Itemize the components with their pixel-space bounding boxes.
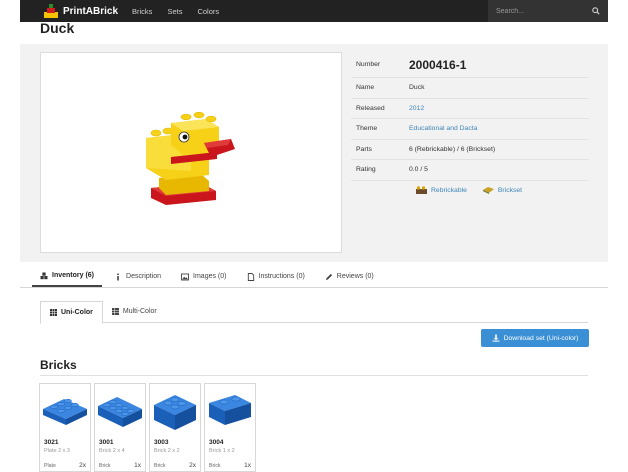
search-input[interactable] (496, 7, 592, 15)
property-row-released: Released 2012 (351, 99, 589, 119)
property-label: Released (356, 104, 385, 112)
plate-2x3-image (43, 398, 87, 425)
brick-number: 3021 (44, 439, 59, 446)
tab-label: Instructions (0) (258, 273, 305, 280)
property-label: Parts (356, 145, 372, 153)
brick-1x2-image (209, 395, 251, 425)
rebrickable-link-label: Rebrickable (431, 186, 467, 194)
color-mode-tabs: Uni-Color Multi-Color (40, 301, 588, 324)
brick-quantity: 1x (244, 462, 251, 469)
brick-category: Brick (154, 463, 166, 469)
brick-name: Brick 2 x 4 (99, 448, 125, 454)
tab-label: Reviews (0) (336, 273, 374, 280)
brickset-link[interactable]: Brickset (482, 186, 523, 194)
brick-name: Brick 2 x 2 (154, 448, 180, 454)
brick-card[interactable]: 3004 Brick 1 x 2 Brick 1x (204, 383, 256, 472)
property-row-number: Number 2000416-1 (351, 52, 589, 78)
download-button-label: Download set (Uni-color) (503, 334, 579, 342)
property-row-rating: Rating 0.0 / 5 (351, 160, 589, 181)
tab-inventory[interactable]: Inventory (6) (32, 266, 103, 287)
brickset-link-label: Brickset (497, 186, 523, 194)
theme-link[interactable]: Educational and Dacta (409, 125, 477, 132)
subtab-label: Uni-Color (61, 309, 93, 316)
nav-link-bricks[interactable]: Bricks (132, 7, 152, 16)
tab-label: Inventory (6) (52, 272, 95, 279)
brick-category: Brick (209, 463, 221, 469)
tab-label: Images (0) (193, 273, 227, 280)
set-image[interactable] (40, 52, 342, 253)
brand-name: PrintABrick (63, 5, 119, 17)
brick-number: 3004 (209, 439, 224, 446)
bricks-section-title: Bricks (40, 358, 77, 372)
tab-label: Description (126, 273, 162, 280)
rebrickable-icon (416, 186, 427, 194)
info-icon (117, 272, 119, 280)
brick-category: Plate (44, 463, 56, 469)
page-title: Duck (40, 20, 75, 36)
external-links: Rebrickable Brickset (416, 186, 538, 194)
set-name: Duck (409, 84, 425, 92)
image-icon (181, 273, 189, 280)
brick-quantity: 2x (79, 462, 86, 469)
brick-2x2-image (154, 395, 196, 430)
top-navbar: PrintABrick Bricks Sets Colors (20, 0, 608, 22)
brick-2x4-image (98, 397, 142, 427)
brick-name: Brick 1 x 2 (209, 448, 235, 454)
brick-card[interactable]: 3001 Brick 2 x 4 Brick 1x (94, 383, 146, 472)
rebrickable-link[interactable]: Rebrickable (416, 186, 467, 194)
search-icon[interactable] (592, 7, 600, 15)
brick-list: 3021 Plate 2 x 3 Plate 2x 3001 Brick 2 x… (39, 383, 259, 472)
download-icon (492, 334, 500, 342)
subtab-label: Multi-Color (122, 308, 157, 315)
grid-icon (111, 308, 119, 315)
brick-card[interactable]: 3021 Plate 2 x 3 Plate 2x (39, 383, 91, 472)
brick-logo-icon (44, 4, 58, 18)
brick-name: Plate 2 x 3 (44, 448, 70, 454)
file-icon (247, 272, 254, 281)
duck-model-image (146, 111, 235, 205)
brick-number: 3001 (99, 439, 114, 446)
tab-instructions[interactable]: Instructions (0) (239, 266, 313, 287)
pencil-icon (325, 273, 332, 280)
property-row-parts: Parts 6 (Rebrickable) / 6 (Brickset) (351, 140, 589, 160)
tab-images[interactable]: Images (0) (173, 266, 234, 287)
set-number: 2000416-1 (409, 57, 467, 72)
nav-link-colors[interactable]: Colors (197, 7, 219, 16)
parts-count: 6 (Rebrickable) / 6 (Brickset) (409, 145, 496, 153)
property-label: Theme (356, 125, 378, 133)
brick-quantity: 2x (189, 462, 196, 469)
cubes-icon (40, 272, 48, 279)
property-row-name: Name Duck (351, 78, 589, 99)
navbar-search (488, 0, 608, 22)
brick-category: Brick (99, 463, 111, 469)
download-set-button[interactable]: Download set (Uni-color) (481, 329, 589, 347)
brick-card[interactable]: 3003 Brick 2 x 2 Brick 2x (149, 383, 201, 472)
grid-icon (50, 309, 57, 316)
property-label: Rating (356, 166, 376, 174)
section-divider (40, 375, 588, 376)
brick-quantity: 1x (134, 462, 141, 469)
released-year-link[interactable]: 2012 (409, 105, 424, 112)
tab-description[interactable]: Description (106, 266, 169, 287)
property-row-theme: Theme Educational and Dacta (351, 119, 589, 140)
subtab-multi-color[interactable]: Multi-Color (103, 301, 166, 322)
set-properties-table: Number 2000416-1 Name Duck Released 2012… (351, 52, 589, 181)
set-tabs: Inventory (6) Description Images (0) Ins… (20, 266, 608, 288)
brick-number: 3003 (154, 439, 169, 446)
property-label: Number (356, 61, 381, 68)
brickset-icon (482, 187, 494, 194)
subtab-uni-color[interactable]: Uni-Color (40, 301, 103, 324)
rating-value: 0.0 / 5 (409, 166, 428, 174)
tab-reviews[interactable]: Reviews (0) (317, 266, 382, 287)
nav-link-sets[interactable]: Sets (167, 7, 182, 16)
brand-logo-link[interactable]: PrintABrick (44, 4, 118, 18)
property-label: Name (356, 84, 375, 92)
